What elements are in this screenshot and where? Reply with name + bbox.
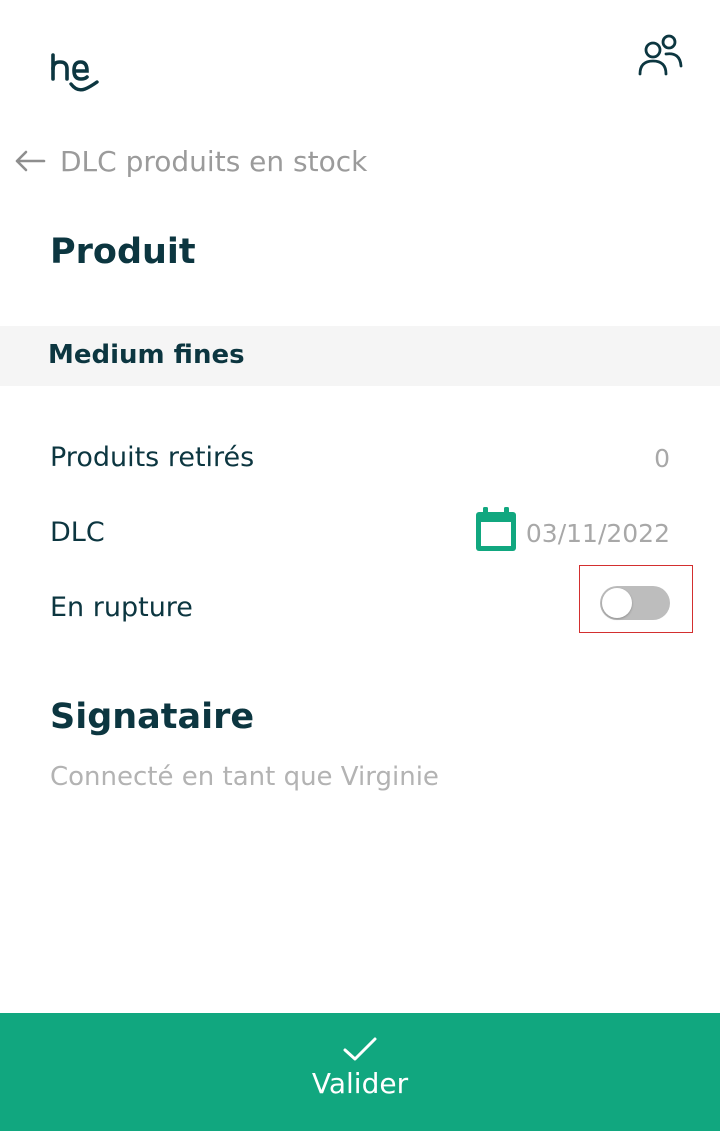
back-navigation[interactable]: DLC produits en stock [14,141,367,181]
arrow-left-icon[interactable] [14,150,46,172]
validate-button[interactable]: Valider [0,1013,720,1131]
product-name: Medium fines [48,340,245,370]
rupture-label: En rupture [50,592,193,623]
removed-products-label: Produits retirés [50,442,255,473]
check-icon [343,1037,377,1061]
rupture-toggle-highlight [579,565,693,633]
dlc-date-value[interactable]: 03/11/2022 [526,519,670,548]
validate-label: Valider [311,1067,409,1100]
removed-products-value[interactable]: 0 [654,444,670,473]
removed-products-row: Produits retirés 0 [0,432,720,488]
calendar-icon[interactable] [474,507,518,553]
signatory-section-title: Signataire [50,697,255,737]
connected-as-text: Connecté en tant que Virginie [50,762,439,792]
dlc-label: DLC [50,517,105,548]
page-title: DLC produits en stock [60,144,368,178]
rupture-toggle[interactable] [600,586,670,620]
toggle-knob [602,588,632,618]
users-icon[interactable] [636,32,684,80]
he-logo [51,53,99,92]
product-name-band: Medium fines [0,326,720,386]
dlc-row: DLC 03/11/2022 [0,507,720,563]
product-section-title: Produit [50,232,196,272]
